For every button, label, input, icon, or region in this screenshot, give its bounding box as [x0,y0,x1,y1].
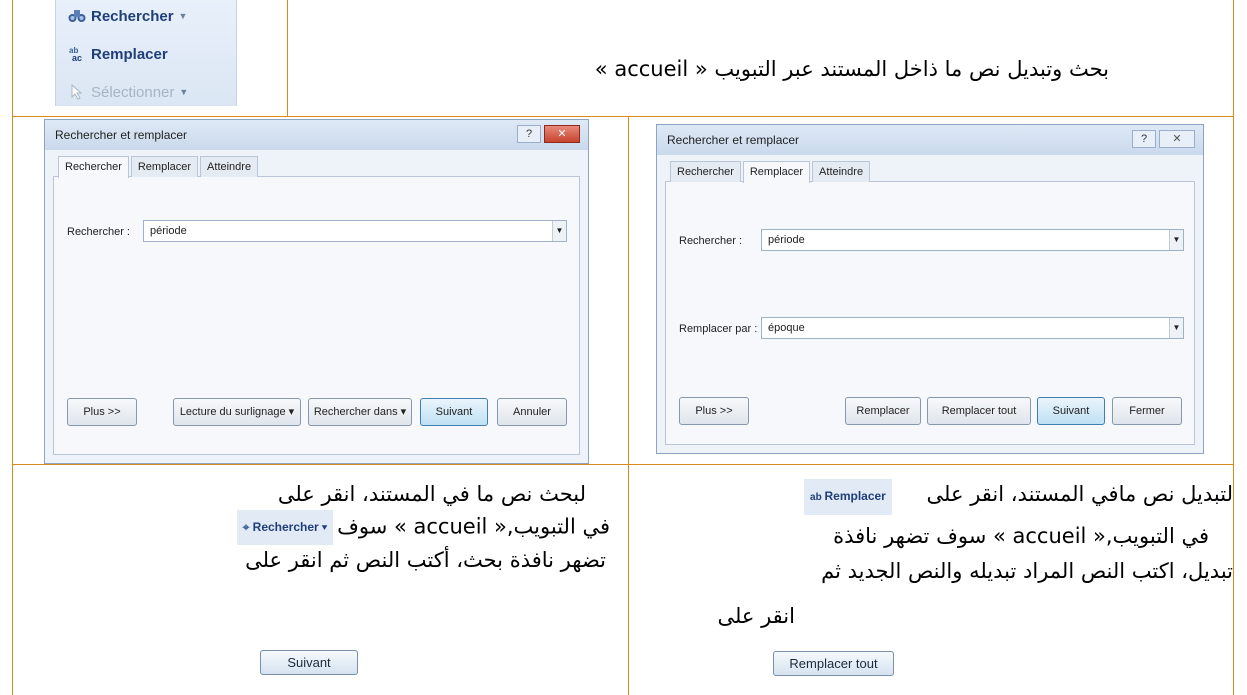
find-value: période [150,225,187,237]
replace-line-1-text: لتبديل نص مافي المستند، انقر على [926,482,1233,506]
find-input[interactable]: période ▼ [143,220,567,242]
reading-highlight-button[interactable]: Lecture du surlignage ▾ [173,398,301,426]
search-line-3: تضهر نافذة بحث، أكتب النص ثم انقر على [245,548,606,572]
replace-line-2: في التبويب,« accueil » سوف تضهر نافذة [833,524,1209,548]
replace-instructions: لتبديل نص مافي المستند، انقر على ab Remp… [633,479,1233,632]
next-button[interactable]: Suivant [1037,397,1105,425]
replace-dialog-screenshot: Rechercher et remplacer ? ✕ Rechercher R… [656,124,1204,454]
tab-remplacer[interactable]: Remplacer [130,156,199,177]
ribbon-rechercher-button[interactable]: Rechercher ▼ [68,4,187,28]
replace-icon: ab [810,492,825,503]
dialog-title: Rechercher et remplacer [657,125,1203,155]
help-icon[interactable]: ? [1132,130,1156,148]
tab-rechercher[interactable]: Rechercher [58,156,129,178]
more-button[interactable]: Plus >> [67,398,137,426]
col-divider [628,116,629,695]
binoculars-icon: ⌖ [242,520,253,534]
replace-line-3: تبديل، اكتب النص المراد تبديله والنص الج… [821,559,1233,583]
find-label: Rechercher : [67,226,130,238]
tab-atteindre[interactable]: Atteindre [200,156,259,177]
search-line-2: في التبويب,« accueil » سوف⌖ Rechercher ▾ [46,510,610,545]
replace-icon: ab ac [68,45,86,63]
col-divider-top [287,0,288,116]
replace-button[interactable]: Remplacer [845,397,921,425]
dropdown-arrow-icon[interactable]: ▼ [552,221,566,241]
replace-line-4: انقر على [717,604,795,628]
chevron-down-icon: ▼ [178,11,188,21]
row-divider-2 [12,464,1234,465]
find-input[interactable]: période ▼ [761,229,1184,251]
replace-label: Remplacer par : [679,323,758,335]
close-icon[interactable]: ✕ [1159,130,1195,148]
section-heading: بحث وتبديل نص ما ذاخل المستند عبر التبوي… [594,57,1109,81]
search-line-1: لبحث نص ما في المستند، انقر على [277,482,586,506]
ribbon-selectionner-button[interactable]: Sélectionner ▼ [68,80,188,104]
cancel-button[interactable]: Annuler [497,398,567,426]
more-button[interactable]: Plus >> [679,397,749,425]
inline-remplacer-label: Remplacer [824,489,886,503]
search-line-2-text: في التبويب,« accueil » سوف [337,514,610,539]
replace-all-button[interactable]: Remplacer tout [927,397,1031,425]
replace-line-1: لتبديل نص مافي المستند، انقر على ab Remp… [633,479,1233,515]
tab-atteindre[interactable]: Atteindre [812,161,871,182]
tab-rechercher[interactable]: Rechercher [670,161,741,182]
inline-rechercher-button: ⌖ Rechercher ▾ [236,510,334,545]
chevron-down-icon: ▼ [179,87,189,97]
row-divider-1 [12,116,1234,117]
dialog-title: Rechercher et remplacer [45,120,588,150]
ribbon-remplacer-button[interactable]: ab ac Remplacer [68,42,168,66]
replace-input[interactable]: époque ▼ [761,317,1184,339]
ribbon-remplacer-label: Remplacer [91,45,168,63]
dropdown-arrow-icon[interactable]: ▼ [1169,318,1183,338]
search-dialog-screenshot: Rechercher et remplacer ? ✕ Rechercher R… [44,119,589,464]
ribbon-selectionner-label: Sélectionner [91,83,175,101]
inline-rechercher-label: Rechercher [252,520,319,534]
next-button[interactable]: Suivant [420,398,488,426]
find-value: période [768,234,805,246]
svg-text:ac: ac [72,53,82,63]
suivant-button-image: Suivant [260,650,358,675]
close-icon[interactable]: ✕ [544,125,580,143]
inline-remplacer-button: ab Remplacer [804,479,892,515]
dropdown-arrow-icon[interactable]: ▼ [1169,230,1183,250]
close-button[interactable]: Fermer [1112,397,1182,425]
binoculars-icon [68,7,86,25]
tab-remplacer[interactable]: Remplacer [742,161,811,183]
ribbon-edit-group: Rechercher ▼ ab ac Remplacer Sélectionner… [55,0,237,106]
ribbon-rechercher-label: Rechercher [91,7,174,25]
replace-value: époque [768,322,805,334]
cursor-icon [68,83,86,101]
search-instructions: لبحث نص ما في المستند، انقر على في التبو… [46,479,610,576]
search-in-button[interactable]: Rechercher dans ▾ [308,398,412,426]
help-icon[interactable]: ? [517,125,541,143]
remplacer-tout-button-image: Remplacer tout [773,651,894,676]
find-label: Rechercher : [679,235,742,247]
